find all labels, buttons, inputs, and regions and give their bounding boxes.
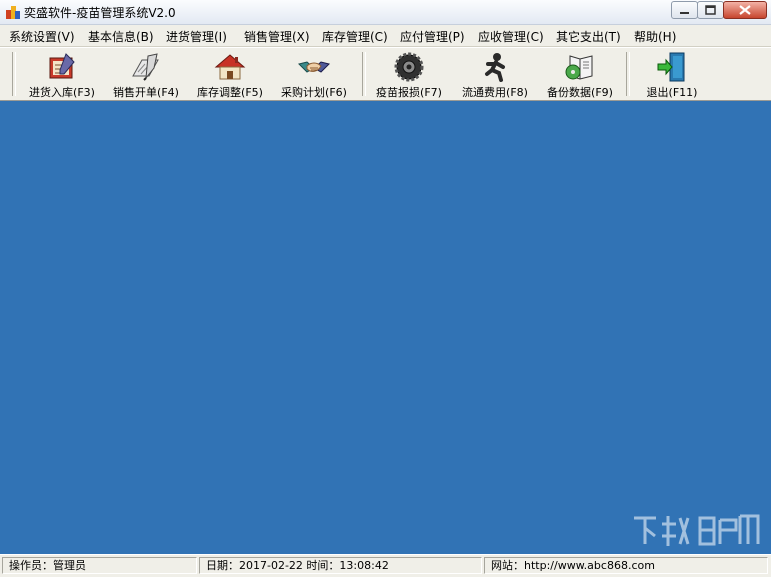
gear-icon (394, 52, 424, 82)
vaccine-loss-label: 疫苗报损(F7) (376, 86, 442, 99)
toolbar-separator (626, 52, 630, 96)
sales-order-label: 销售开单(F4) (113, 86, 179, 99)
watermark-logo (634, 514, 760, 546)
status-operator: 操作员：管理员 (2, 557, 197, 574)
handshake-icon (298, 61, 330, 73)
minimize-button[interactable] (671, 1, 698, 19)
maximize-button[interactable] (697, 1, 724, 19)
house-icon (214, 54, 246, 80)
menu-inventory[interactable]: 库存管理(C) (322, 28, 388, 45)
status-bar: 操作员：管理员 日期：2017-02-22 时间：13:08:42 网站：htt… (0, 554, 771, 577)
purchase-plan-label: 采购计划(F6) (281, 86, 347, 99)
exit-label: 退出(F11) (646, 86, 698, 99)
workspace-area[interactable] (0, 101, 771, 554)
toolbar: 进货入库(F3) 销售开单(F4) 库存调整(F5) 采购计划(F6) 疫苗报损… (0, 47, 771, 101)
sales-order-button[interactable]: 销售开单(F4) (106, 50, 186, 99)
book-cd-icon (565, 55, 593, 80)
app-icon (6, 6, 20, 19)
toolbar-grip[interactable] (12, 52, 16, 96)
menu-help[interactable]: 帮助(H) (634, 28, 676, 45)
menu-basic-info[interactable]: 基本信息(B) (88, 28, 154, 45)
title-bar[interactable]: 奕盛软件-疫苗管理系统V2.0 (0, 0, 771, 25)
app-window: 奕盛软件-疫苗管理系统V2.0 系统设置(V) 基本信息(B) 进货管理(I) … (0, 0, 771, 577)
exit-button[interactable]: 退出(F11) (634, 50, 710, 99)
window-title: 奕盛软件-疫苗管理系统V2.0 (24, 6, 176, 20)
purchase-stock-icon (49, 53, 75, 79)
toolbar-separator (362, 52, 366, 96)
maximize-icon (705, 5, 716, 15)
circulation-cost-label: 流通费用(F8) (462, 86, 528, 99)
inventory-adjust-button[interactable]: 库存调整(F5) (190, 50, 270, 99)
vaccine-loss-button[interactable]: 疫苗报损(F7) (368, 50, 450, 99)
purchase-stock-button[interactable]: 进货入库(F3) (22, 50, 102, 99)
running-man-icon (485, 53, 505, 82)
menu-system-settings[interactable]: 系统设置(V) (9, 28, 75, 45)
menu-purchase[interactable]: 进货管理(I) (166, 28, 227, 45)
purchase-plan-button[interactable]: 采购计划(F6) (274, 50, 354, 99)
minimize-icon (680, 12, 689, 14)
menu-sales[interactable]: 销售管理(X) (244, 28, 310, 45)
close-button[interactable] (723, 1, 767, 19)
backup-data-label: 备份数据(F9) (547, 86, 613, 99)
status-datetime: 日期：2017-02-22 时间：13:08:42 (199, 557, 482, 574)
menu-bar: 系统设置(V) 基本信息(B) 进货管理(I) 销售管理(X) 库存管理(C) … (0, 25, 771, 47)
status-website: 网站：http://www.abc868.com (484, 557, 768, 574)
menu-receivables[interactable]: 应收管理(C) (478, 28, 544, 45)
menu-payables[interactable]: 应付管理(P) (400, 28, 465, 45)
backup-data-button[interactable]: 备份数据(F9) (540, 50, 620, 99)
menu-other-expenses[interactable]: 其它支出(T) (556, 28, 621, 45)
sales-order-icon (132, 53, 159, 81)
close-icon (739, 5, 751, 15)
exit-door-icon (657, 52, 685, 82)
inventory-adjust-label: 库存调整(F5) (197, 86, 263, 99)
purchase-stock-label: 进货入库(F3) (29, 86, 95, 99)
circulation-cost-button[interactable]: 流通费用(F8) (454, 50, 536, 99)
